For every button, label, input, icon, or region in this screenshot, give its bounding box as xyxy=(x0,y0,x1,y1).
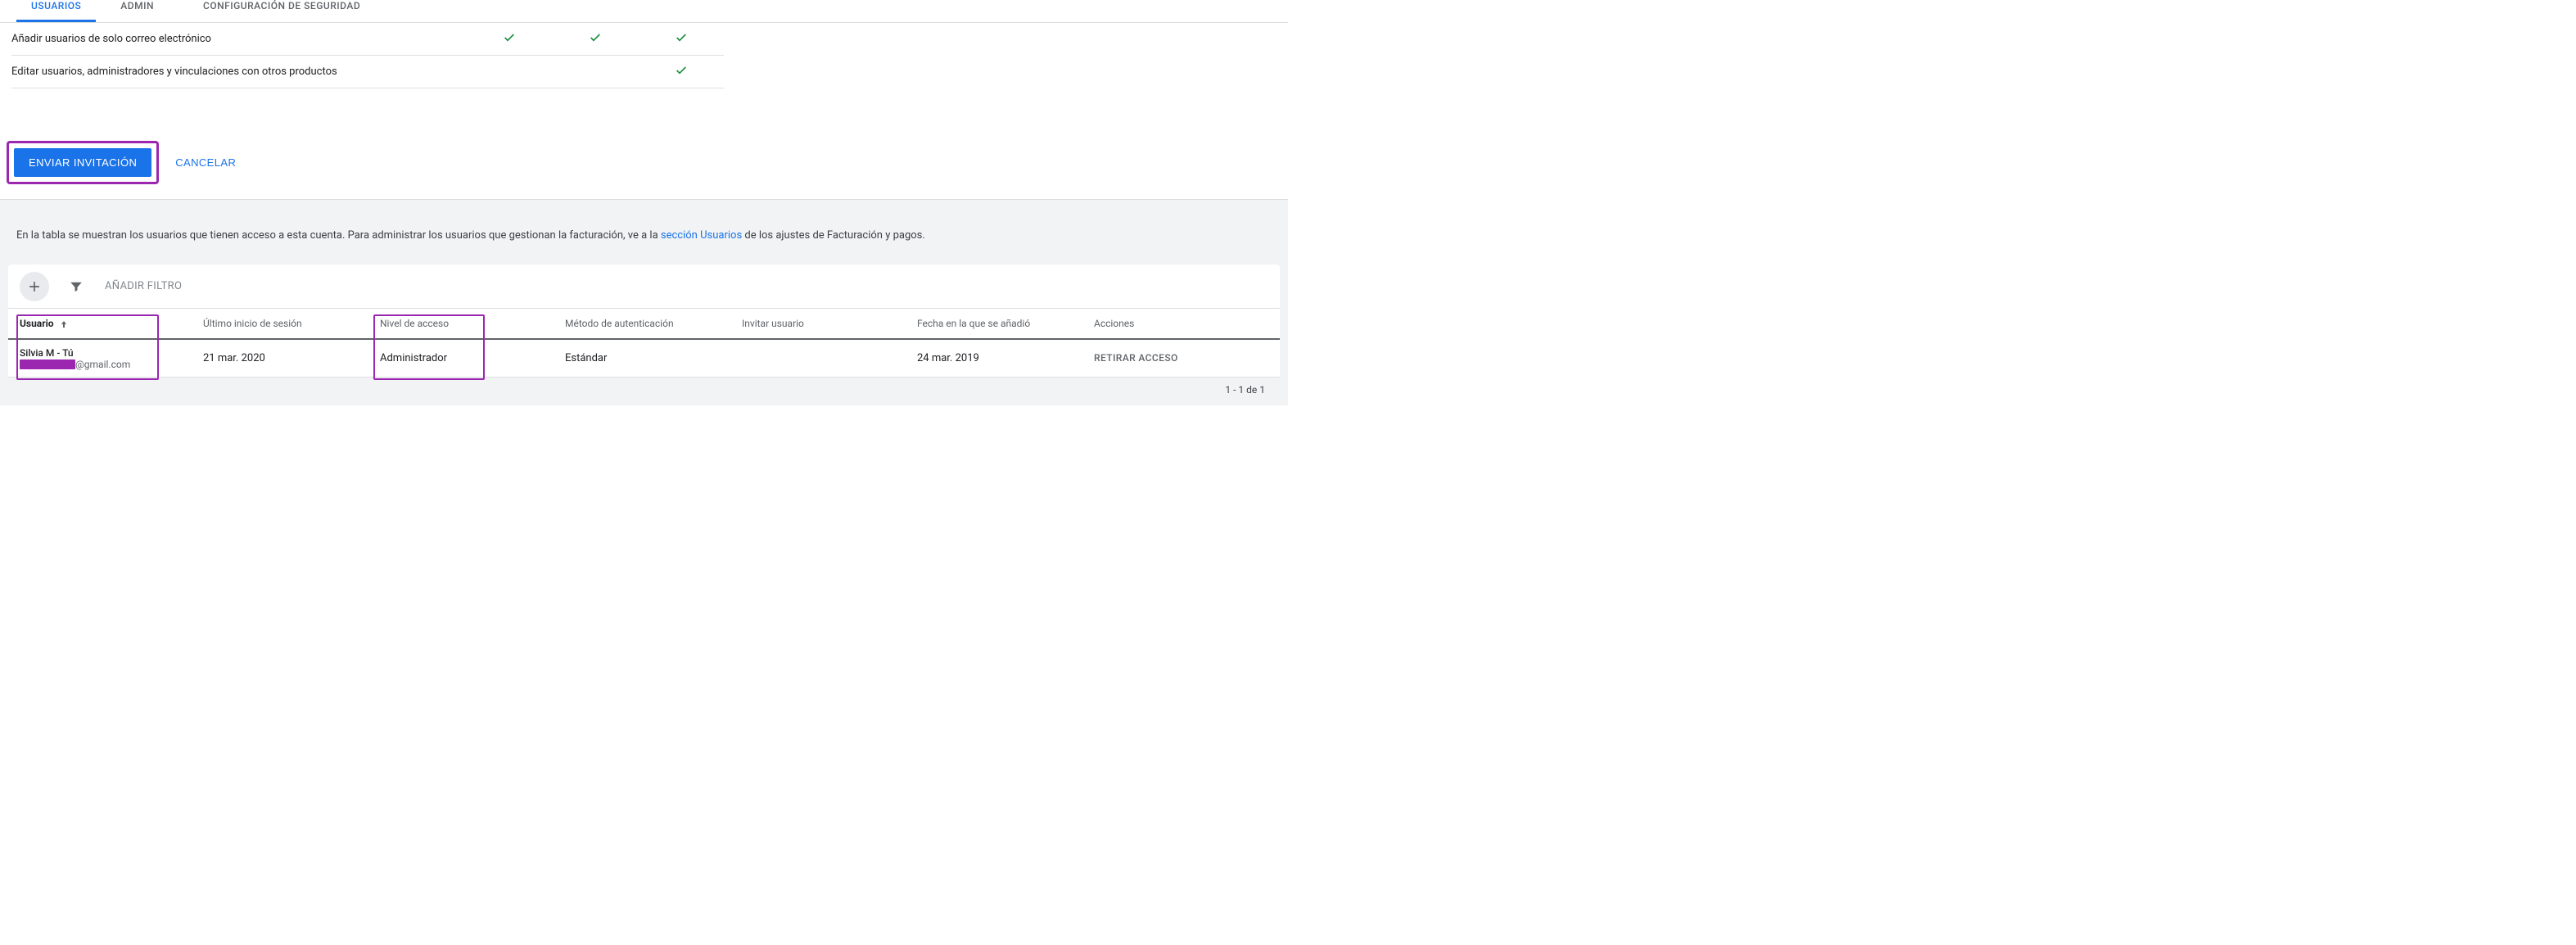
check-icon xyxy=(675,64,688,77)
tab-users[interactable]: USUARIOS xyxy=(16,0,96,22)
actions-bar: ENVIAR INVITACIÓN CANCELAR xyxy=(0,128,1288,199)
filter-icon[interactable] xyxy=(69,279,84,294)
highlight-send-invitation: ENVIAR INVITACIÓN xyxy=(7,141,159,184)
col-actions-header: Acciones xyxy=(1094,318,1134,329)
remove-access-button[interactable]: RETIRAR ACCESO xyxy=(1094,352,1178,364)
permission-row: Añadir usuarios de solo correo electróni… xyxy=(11,23,724,56)
cancel-button[interactable]: CANCELAR xyxy=(170,148,241,177)
cell-user: Silvia M - Tú @gmail.com xyxy=(20,347,203,370)
add-user-button[interactable] xyxy=(20,272,49,301)
user-name: Silvia M - Tú xyxy=(20,347,197,359)
col-invite-user-header[interactable]: Invitar usuario xyxy=(742,318,804,329)
cell-access-level: Administrador xyxy=(380,352,565,364)
redacted-text xyxy=(20,359,75,369)
sort-asc-icon xyxy=(59,318,69,329)
check-icon xyxy=(503,31,516,44)
cell-auth-method: Estándar xyxy=(565,352,742,364)
permission-row: Editar usuarios, administradores y vincu… xyxy=(11,56,724,88)
table-header: Usuario Último inicio de sesión Nivel de… xyxy=(8,309,1280,340)
cell-last-login: 21 mar. 2020 xyxy=(203,352,380,364)
users-section: En la tabla se muestran los usuarios que… xyxy=(0,199,1288,405)
users-card: AÑADIR FILTRO Usuario Último inicio de s… xyxy=(8,265,1280,378)
check-icon xyxy=(675,31,688,44)
add-filter-button[interactable]: AÑADIR FILTRO xyxy=(105,280,182,292)
plus-icon xyxy=(26,278,43,295)
tab-security[interactable]: CONFIGURACIÓN DE SEGURIDAD xyxy=(179,0,385,22)
send-invitation-button[interactable]: ENVIAR INVITACIÓN xyxy=(14,148,151,177)
filter-row: AÑADIR FILTRO xyxy=(8,265,1280,309)
users-section-link[interactable]: sección Usuarios xyxy=(661,229,742,242)
col-user-header[interactable]: Usuario xyxy=(20,318,54,329)
col-access-level-header[interactable]: Nivel de acceso xyxy=(380,318,449,329)
permission-label: Editar usuarios, administradores y vincu… xyxy=(11,66,466,78)
cell-date-added: 24 mar. 2019 xyxy=(917,352,1094,364)
tabs: USUARIOS ADMIN CONFIGURACIÓN DE SEGURIDA… xyxy=(0,0,1288,23)
permissions-table: Añadir usuarios de solo correo electróni… xyxy=(0,23,1288,88)
table-row[interactable]: Silvia M - Tú @gmail.com 21 mar. 2020 Ad… xyxy=(8,340,1280,378)
user-email: @gmail.com xyxy=(20,359,197,370)
users-description: En la tabla se muestran los usuarios que… xyxy=(16,229,1280,242)
col-date-added-header[interactable]: Fecha en la que se añadió xyxy=(917,318,1030,329)
check-icon xyxy=(589,31,602,44)
permission-label: Añadir usuarios de solo correo electróni… xyxy=(11,33,466,45)
col-auth-method-header[interactable]: Método de autenticación xyxy=(565,318,674,329)
pager: 1 - 1 de 1 xyxy=(8,378,1280,397)
col-last-login-header[interactable]: Último inicio de sesión xyxy=(203,318,302,329)
tab-admin[interactable]: ADMIN xyxy=(96,0,179,22)
